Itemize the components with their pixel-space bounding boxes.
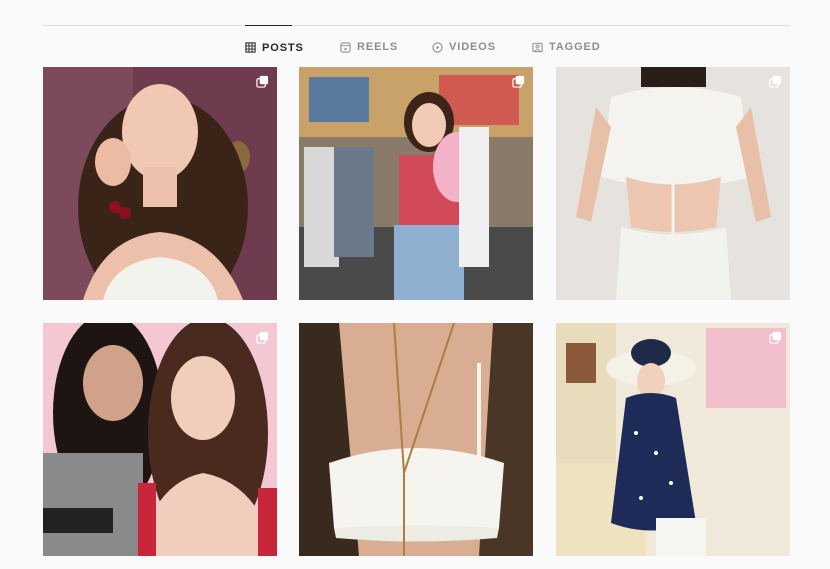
post-image <box>43 323 277 556</box>
tab-videos-label: VIDEOS <box>449 41 496 53</box>
tab-reels[interactable]: REELS <box>340 25 398 69</box>
post-thumbnail[interactable] <box>299 323 533 556</box>
carousel-icon <box>769 331 782 344</box>
tab-reels-label: REELS <box>357 41 399 53</box>
post-thumbnail[interactable] <box>299 67 533 300</box>
tab-videos[interactable]: VIDEOS <box>432 25 496 69</box>
post-thumbnail[interactable] <box>556 323 790 556</box>
carousel-icon <box>512 75 525 88</box>
profile-tabs: POSTS REELS VIDEOS TAGGED <box>0 25 830 69</box>
carousel-icon <box>769 75 782 88</box>
post-thumbnail[interactable] <box>43 323 277 556</box>
tab-tagged[interactable]: TAGGED <box>532 25 601 69</box>
reels-icon <box>340 41 351 53</box>
post-image <box>299 67 533 300</box>
tag-icon <box>532 42 543 53</box>
post-image <box>43 67 277 300</box>
tab-tagged-label: TAGGED <box>549 41 601 53</box>
tab-posts-label: POSTS <box>262 41 304 54</box>
post-thumbnail[interactable] <box>43 67 277 300</box>
carousel-icon <box>256 75 269 88</box>
play-icon <box>432 41 443 53</box>
profile-posts-page: POSTS REELS VIDEOS TAGGED <box>0 0 830 569</box>
post-image <box>556 67 790 300</box>
grid-icon <box>245 42 256 53</box>
carousel-icon <box>256 331 269 344</box>
post-thumbnail[interactable] <box>556 67 790 300</box>
tab-posts[interactable]: POSTS <box>245 25 303 69</box>
post-image <box>556 323 790 556</box>
post-image <box>299 323 533 556</box>
